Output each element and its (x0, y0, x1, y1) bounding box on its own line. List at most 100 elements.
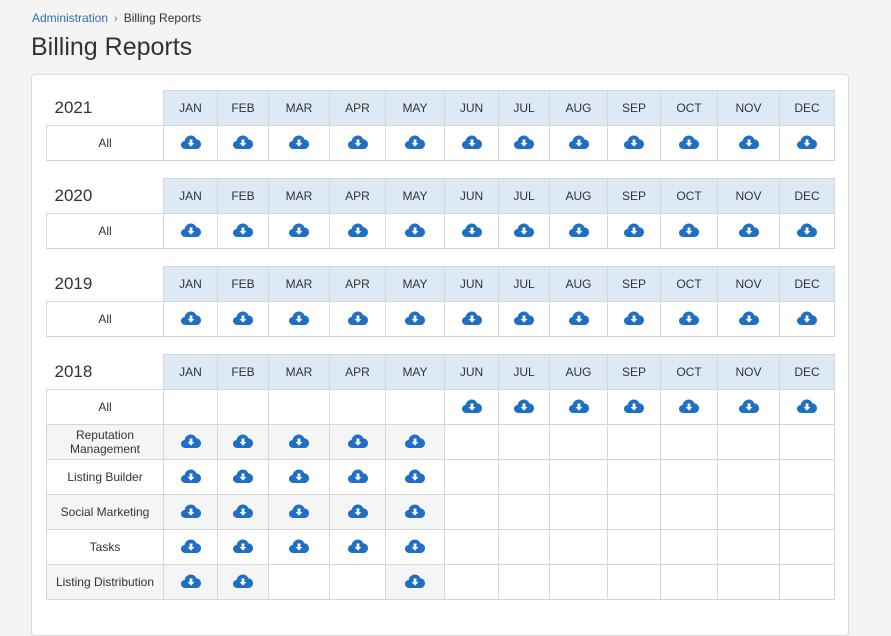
empty-cell (717, 459, 780, 495)
empty-cell (607, 459, 661, 495)
month-header-sep: SEP (607, 90, 661, 126)
cloud-download-icon[interactable] (288, 433, 310, 449)
cloud-download-icon[interactable] (180, 310, 202, 326)
year-label: 2018 (46, 354, 164, 390)
cloud-download-icon[interactable] (568, 222, 590, 238)
cloud-download-icon[interactable] (678, 310, 700, 326)
cloud-download-icon[interactable] (180, 538, 202, 554)
report-cell (163, 424, 218, 460)
cloud-download-icon[interactable] (678, 134, 700, 150)
report-cell (549, 389, 608, 425)
cloud-download-icon[interactable] (347, 222, 369, 238)
cloud-download-icon[interactable] (404, 573, 426, 589)
cloud-download-icon[interactable] (513, 310, 535, 326)
cloud-download-icon[interactable] (513, 398, 535, 414)
cloud-download-icon[interactable] (513, 222, 535, 238)
month-header-mar: MAR (268, 90, 330, 126)
cloud-download-icon[interactable] (461, 222, 483, 238)
cloud-download-icon[interactable] (232, 222, 254, 238)
month-header-jan: JAN (163, 354, 218, 390)
cloud-download-icon[interactable] (404, 538, 426, 554)
cloud-download-icon[interactable] (288, 310, 310, 326)
empty-cell (217, 389, 269, 425)
cloud-download-icon[interactable] (461, 310, 483, 326)
cloud-download-icon[interactable] (232, 503, 254, 519)
month-header-aug: AUG (549, 354, 608, 390)
breadcrumb-link-administration[interactable]: Administration (32, 11, 108, 25)
cloud-download-icon[interactable] (347, 310, 369, 326)
cloud-download-icon[interactable] (678, 398, 700, 414)
cloud-download-icon[interactable] (513, 134, 535, 150)
cloud-download-icon[interactable] (623, 134, 645, 150)
cloud-download-icon[interactable] (796, 222, 818, 238)
month-header-sep: SEP (607, 266, 661, 302)
cloud-download-icon[interactable] (568, 134, 590, 150)
empty-cell (717, 424, 780, 460)
cloud-download-icon[interactable] (678, 222, 700, 238)
cloud-download-icon[interactable] (796, 398, 818, 414)
cloud-download-icon[interactable] (288, 538, 310, 554)
cloud-download-icon[interactable] (568, 310, 590, 326)
report-row-label: Tasks (46, 529, 164, 565)
cloud-download-icon[interactable] (347, 503, 369, 519)
cloud-download-icon[interactable] (796, 134, 818, 150)
month-header-may: MAY (385, 90, 445, 126)
cloud-download-icon[interactable] (404, 503, 426, 519)
cloud-download-icon[interactable] (623, 222, 645, 238)
cloud-download-icon[interactable] (288, 503, 310, 519)
cloud-download-icon[interactable] (568, 398, 590, 414)
cloud-download-icon[interactable] (180, 433, 202, 449)
cloud-download-icon[interactable] (461, 134, 483, 150)
cloud-download-icon[interactable] (347, 433, 369, 449)
cloud-download-icon[interactable] (232, 134, 254, 150)
cloud-download-icon[interactable] (288, 134, 310, 150)
cloud-download-icon[interactable] (232, 433, 254, 449)
cloud-download-icon[interactable] (288, 222, 310, 238)
cloud-download-icon[interactable] (180, 573, 202, 589)
cloud-download-icon[interactable] (180, 134, 202, 150)
month-header-jan: JAN (163, 266, 218, 302)
cloud-download-icon[interactable] (232, 573, 254, 589)
report-cell (217, 459, 269, 495)
cloud-download-icon[interactable] (623, 398, 645, 414)
report-row: Listing Distribution (46, 564, 835, 600)
cloud-download-icon[interactable] (738, 398, 760, 414)
cloud-download-icon[interactable] (404, 134, 426, 150)
cloud-download-icon[interactable] (738, 222, 760, 238)
cloud-download-icon[interactable] (347, 538, 369, 554)
cloud-download-icon[interactable] (404, 222, 426, 238)
cloud-download-icon[interactable] (232, 468, 254, 484)
report-cell (717, 213, 780, 249)
cloud-download-icon[interactable] (404, 433, 426, 449)
cloud-download-icon[interactable] (738, 134, 760, 150)
cloud-download-icon[interactable] (180, 503, 202, 519)
report-cell (385, 301, 445, 337)
cloud-download-icon[interactable] (404, 468, 426, 484)
month-header-oct: OCT (660, 266, 718, 302)
report-row: Listing Builder (46, 459, 835, 495)
report-cell (329, 213, 386, 249)
cloud-download-icon[interactable] (180, 222, 202, 238)
cloud-download-icon[interactable] (232, 538, 254, 554)
cloud-download-icon[interactable] (180, 468, 202, 484)
cloud-download-icon[interactable] (347, 468, 369, 484)
month-header-nov: NOV (717, 178, 780, 214)
empty-cell (268, 389, 330, 425)
cloud-download-icon[interactable] (232, 310, 254, 326)
empty-cell (549, 529, 608, 565)
cloud-download-icon[interactable] (347, 134, 369, 150)
month-header-aug: AUG (549, 90, 608, 126)
report-cell (268, 494, 330, 530)
cloud-download-icon[interactable] (288, 468, 310, 484)
report-row: All (46, 213, 835, 249)
cloud-download-icon[interactable] (461, 398, 483, 414)
month-header-apr: APR (329, 90, 386, 126)
month-header-jul: JUL (498, 90, 550, 126)
cloud-download-icon[interactable] (404, 310, 426, 326)
month-header-jun: JUN (444, 266, 499, 302)
cloud-download-icon[interactable] (623, 310, 645, 326)
report-cell (549, 301, 608, 337)
cloud-download-icon[interactable] (738, 310, 760, 326)
cloud-download-icon[interactable] (796, 310, 818, 326)
report-row-label: Reputation Management (46, 424, 164, 460)
